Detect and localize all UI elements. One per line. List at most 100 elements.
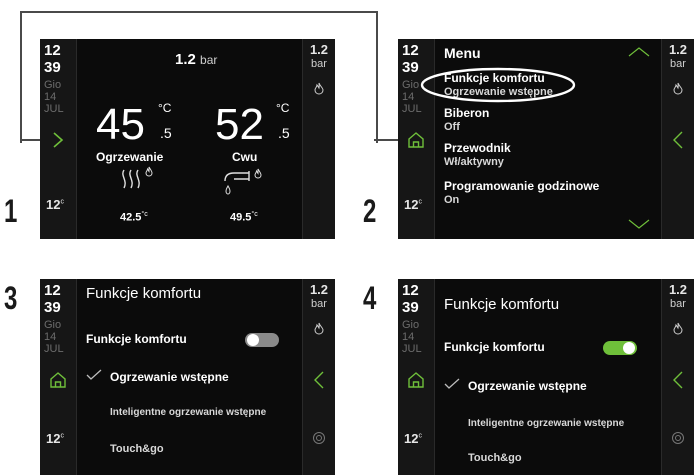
date-date: 14 — [402, 331, 415, 343]
comfort-toggle-off[interactable] — [245, 333, 279, 347]
toggle-label: Funkcje komfortu — [86, 332, 187, 346]
pressure-value: 1.2 — [668, 42, 688, 57]
step-number-4: 4 — [363, 280, 377, 316]
date-month: JUL — [44, 103, 64, 115]
radiator-heat-icon — [122, 166, 153, 189]
home-icon[interactable] — [407, 371, 425, 389]
screen-comfort-off: 12 39 Gio 14 JUL 12c Funkcje komfortu Fu… — [40, 279, 335, 475]
pressure-value: 1.2 — [668, 282, 688, 297]
settings-icon — [672, 432, 684, 444]
chevron-down-icon[interactable] — [628, 219, 650, 229]
menu-item-value: Off — [444, 121, 460, 133]
home-icon[interactable] — [407, 131, 425, 149]
status-sidebar: 12 39 Gio 14 JUL 12c — [40, 279, 77, 475]
clock-minute: 39 — [402, 59, 419, 76]
option-touch-and-go[interactable]: Touch&go — [110, 443, 164, 455]
menu-item-value: Wł/aktywny — [444, 156, 504, 168]
clock-hour: 12 — [402, 42, 419, 59]
dhw-setpoint: 49.5°c — [230, 211, 258, 224]
status-rightbar: 1.2 bar — [661, 39, 694, 239]
outdoor-temperature: 12c — [404, 197, 422, 212]
option-smart-preheat[interactable]: Inteligentne ogrzewanie wstępne — [110, 407, 266, 418]
checkmark-icon — [86, 369, 102, 380]
dhw-temperature-unit: °C — [276, 101, 290, 115]
page-title: Menu — [444, 45, 481, 61]
outdoor-temperature: 12c — [46, 431, 64, 446]
pressure-unit: bar — [670, 58, 686, 70]
toggle-knob — [623, 342, 635, 354]
heating-temperature-decimal: .5 — [160, 125, 172, 141]
step-number-2: 2 — [363, 193, 377, 229]
chevron-left-icon[interactable] — [673, 371, 683, 389]
date-month: JUL — [44, 343, 64, 355]
pressure-unit: bar — [311, 58, 327, 70]
status-sidebar: 12 39 Gio 14 JUL 12c — [398, 279, 435, 475]
date-date: 14 — [402, 91, 415, 103]
pressure-unit: bar — [670, 298, 686, 310]
option-preheat[interactable]: Ogrzewanie wstępne — [110, 370, 229, 384]
status-rightbar: 1.2 bar — [302, 39, 335, 239]
home-icon[interactable] — [49, 371, 67, 389]
option-smart-preheat[interactable]: Inteligentne ogrzewanie wstępne — [468, 418, 624, 429]
date-day: Gio — [402, 319, 420, 331]
menu-item-title: Biberon — [444, 106, 490, 120]
page-title: Funkcje komfortu — [444, 296, 560, 313]
date-day: Gio — [44, 79, 62, 91]
comfort-toggle-on[interactable] — [603, 341, 637, 355]
pressure-value: 1.2 — [309, 282, 329, 297]
screen-home: 12 39 Gio 14 JUL 12c 1.2 bar 1.2 bar 45 … — [40, 39, 335, 239]
flame-icon — [673, 82, 683, 95]
settings-icon — [313, 432, 325, 444]
flame-icon — [314, 322, 324, 335]
menu-item-title: Przewodnik — [444, 141, 511, 155]
chevron-left-icon[interactable] — [673, 131, 683, 149]
tap-water-icon — [224, 168, 262, 195]
date-month: JUL — [402, 103, 422, 115]
page-title: Funkcje komfortu — [86, 285, 202, 302]
clock-minute: 39 — [44, 59, 61, 76]
outdoor-temperature: 12c — [404, 431, 422, 446]
status-sidebar: 12 39 Gio 14 JUL 12c — [40, 39, 77, 239]
step-number-3: 3 — [4, 280, 18, 316]
toggle-label: Funkcje komfortu — [444, 340, 545, 354]
checkmark-icon — [444, 378, 460, 389]
heating-setpoint: 42.5°c — [120, 211, 148, 224]
clock-minute: 39 — [402, 299, 419, 316]
chevron-right-icon[interactable] — [52, 131, 64, 149]
status-rightbar: 1.2 bar — [302, 279, 335, 475]
system-pressure: 1.2 bar — [175, 51, 218, 68]
date-day: Gio — [402, 79, 420, 91]
status-rightbar: 1.2 bar — [661, 279, 694, 475]
step-number-1: 1 — [4, 193, 18, 229]
chevron-left-icon[interactable] — [314, 371, 324, 389]
clock-minute: 39 — [44, 299, 61, 316]
heating-temperature-unit: °C — [158, 101, 172, 115]
date-month: JUL — [402, 343, 422, 355]
toggle-knob — [247, 334, 259, 346]
pressure-unit: bar — [311, 298, 327, 310]
flame-icon — [314, 82, 324, 95]
menu-item-value: On — [444, 194, 460, 206]
connector-line-bottom — [20, 139, 40, 141]
dhw-label: Cwu — [232, 150, 258, 164]
date-date: 14 — [44, 331, 57, 343]
heating-temperature: 45 — [96, 100, 145, 149]
date-date: 14 — [44, 91, 57, 103]
date-day: Gio — [44, 319, 62, 331]
pressure-value: 1.2 — [309, 42, 329, 57]
screen-menu: 12 39 Gio 14 JUL 12c Menu Funkcje komfor… — [398, 39, 694, 239]
dhw-temperature-decimal: .5 — [278, 125, 290, 141]
clock-hour: 12 — [44, 282, 61, 299]
outdoor-temperature: 12c — [46, 197, 64, 212]
option-touch-and-go[interactable]: Touch&go — [468, 452, 522, 464]
option-preheat[interactable]: Ogrzewanie wstępne — [468, 379, 587, 393]
dhw-temperature: 52 — [215, 100, 264, 149]
menu-item-title: Programowanie godzinowe — [444, 179, 600, 193]
chevron-up-icon[interactable] — [628, 47, 650, 57]
connector-line-bottom-right — [374, 139, 398, 141]
clock-hour: 12 — [44, 42, 61, 59]
heating-label: Ogrzewanie — [96, 150, 164, 164]
flame-icon — [673, 322, 683, 335]
clock-hour: 12 — [402, 282, 419, 299]
screen-comfort-on: 12 39 Gio 14 JUL 12c Funkcje komfortu Fu… — [398, 279, 694, 475]
